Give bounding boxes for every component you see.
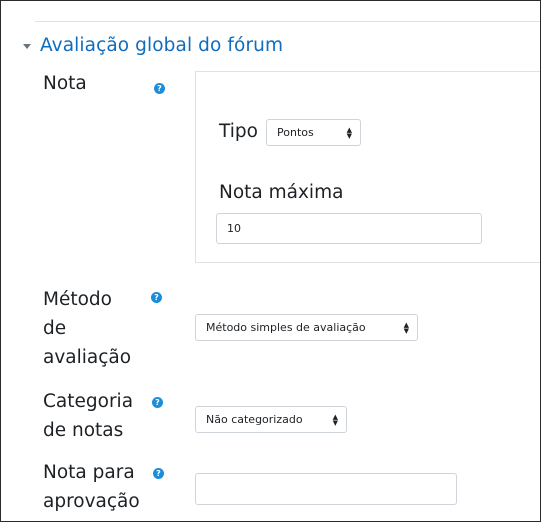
aggregation-method-value: Método simples de avaliação (206, 321, 366, 334)
section-title: Avaliação global do fórum (40, 35, 284, 56)
max-grade-value: 10 (227, 222, 241, 235)
select-arrows-icon: ▲ ▼ (346, 125, 352, 140)
select-arrows-icon: ▲ ▼ (403, 320, 409, 335)
grade-label: Nota (43, 73, 87, 94)
grade-type-value: Pontos (277, 126, 314, 139)
question-circle-icon[interactable]: ? (153, 468, 164, 479)
grade-group: Tipo Pontos ▲ ▼ Nota máxima 10 (195, 71, 540, 263)
grade-category-value: Não categorizado (206, 413, 303, 426)
caret-down-icon (23, 43, 31, 49)
question-circle-icon[interactable]: ? (154, 83, 165, 94)
grade-type-select[interactable]: Pontos ▲ ▼ (266, 119, 361, 146)
divider (35, 21, 540, 22)
question-circle-icon[interactable]: ? (151, 292, 162, 303)
aggregation-method-select[interactable]: Método simples de avaliação ▲ ▼ (195, 314, 418, 341)
form-frame: Avaliação global do fórum Nota ? Tipo Po… (0, 0, 541, 522)
max-grade-label: Nota máxima (219, 182, 344, 203)
question-circle-icon[interactable]: ? (152, 397, 163, 408)
grade-category-select[interactable]: Não categorizado ▲ ▼ (195, 406, 347, 433)
select-arrows-icon: ▲ ▼ (332, 412, 338, 427)
section-toggle-forum-grade[interactable]: Avaliação global do fórum (23, 35, 283, 56)
grade-category-label: Categoria de notas (43, 391, 134, 441)
max-grade-input[interactable]: 10 (216, 213, 482, 244)
aggregation-method-label: Método de avaliação (43, 289, 132, 368)
grade-type-label: Tipo (219, 121, 258, 142)
grade-to-pass-label: Nota para aprovação (43, 462, 140, 512)
grade-to-pass-input[interactable] (195, 473, 457, 505)
